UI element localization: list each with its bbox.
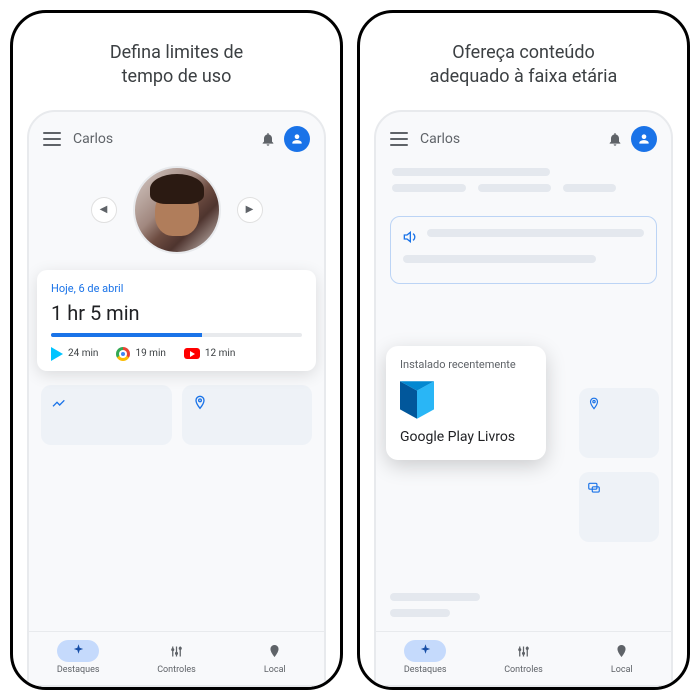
install-label: Instalado recentemente	[400, 358, 532, 371]
nav-label: Controles	[504, 665, 543, 675]
app-usage-item: 24 min	[51, 347, 98, 361]
skeleton-line	[427, 229, 644, 237]
skeleton-line	[392, 184, 466, 192]
insight-card-placeholder[interactable]	[182, 385, 313, 445]
skeleton-line	[563, 184, 616, 192]
app-time: 19 min	[135, 348, 165, 359]
skeleton-line	[390, 609, 450, 617]
pin-icon	[614, 644, 629, 659]
app-usage-row: 24 min 19 min 12 min	[51, 347, 302, 361]
skeleton-block	[390, 593, 480, 625]
nav-location[interactable]: Local	[226, 632, 324, 685]
child-photo[interactable]	[133, 166, 221, 254]
nav-label: Local	[611, 665, 633, 675]
bell-icon[interactable]	[607, 131, 623, 147]
profile-switcher: ◀ ▶	[29, 166, 324, 254]
skeleton-line	[478, 184, 552, 192]
highlighted-card-placeholder[interactable]	[390, 216, 657, 284]
pin-icon	[192, 395, 208, 411]
app-screen: Carlos ◀ ▶ Hoje, 6 de abril 1 hr 5 min 2…	[27, 110, 326, 687]
trend-icon	[51, 395, 67, 411]
heading-line: Ofereça conteúdo	[378, 41, 669, 65]
skeleton-line	[392, 168, 550, 176]
app-usage-item: 12 min	[184, 348, 235, 359]
nav-label: Destaques	[404, 665, 447, 675]
sliders-icon	[169, 644, 184, 659]
pin-icon	[267, 644, 282, 659]
insight-card-placeholder[interactable]	[41, 385, 172, 445]
app-time: 24 min	[68, 348, 98, 359]
app-usage-item: 19 min	[116, 347, 165, 361]
usage-total: 1 hr 5 min	[51, 301, 302, 325]
usage-card[interactable]: Hoje, 6 de abril 1 hr 5 min 24 min 19 mi…	[37, 270, 316, 371]
child-name: Carlos	[73, 131, 252, 147]
nav-controls[interactable]: Controles	[474, 632, 572, 685]
skeleton-line	[390, 593, 480, 601]
heading-line: tempo de uso	[31, 65, 322, 89]
nav-highlights[interactable]: Destaques	[376, 632, 474, 685]
heading-line: Defina limites de	[31, 41, 322, 65]
nav-label: Controles	[157, 665, 196, 675]
ghost-row	[41, 385, 312, 445]
promo-slide-right: Ofereça conteúdo adequado à faixa etária…	[357, 10, 690, 690]
promo-slide-left: Defina limites de tempo de uso Carlos ◀ …	[10, 10, 343, 690]
nav-highlights[interactable]: Destaques	[29, 632, 127, 685]
prev-child-button[interactable]: ◀	[91, 197, 117, 223]
app-time: 12 min	[205, 348, 235, 359]
sound-icon	[403, 231, 419, 243]
menu-icon[interactable]	[43, 132, 61, 146]
ghost-column	[579, 388, 659, 542]
app-screen: Carlos Instalado recentemente	[374, 110, 673, 687]
heading-line: adequado à faixa etária	[378, 65, 669, 89]
pin-icon	[587, 397, 601, 411]
recently-installed-card[interactable]: Instalado recentemente Google Play Livro…	[386, 346, 546, 460]
account-avatar[interactable]	[284, 126, 310, 152]
next-child-button[interactable]: ▶	[237, 197, 263, 223]
sparkle-icon	[418, 644, 433, 659]
menu-icon[interactable]	[390, 132, 408, 146]
app-header: Carlos	[376, 112, 671, 160]
bell-icon[interactable]	[260, 131, 276, 147]
nav-label: Local	[264, 665, 286, 675]
slide-heading: Defina limites de tempo de uso	[13, 13, 340, 100]
nav-controls[interactable]: Controles	[127, 632, 225, 685]
chrome-icon	[116, 347, 130, 361]
youtube-icon	[184, 348, 200, 359]
app-header: Carlos	[29, 112, 324, 160]
chat-icon	[587, 481, 601, 495]
child-name: Carlos	[420, 131, 599, 147]
account-avatar[interactable]	[631, 126, 657, 152]
insight-card-placeholder[interactable]	[579, 472, 659, 542]
bottom-nav: Destaques Controles Local	[29, 631, 324, 685]
insight-card-placeholder[interactable]	[579, 388, 659, 458]
usage-progress	[51, 333, 302, 337]
slide-heading: Ofereça conteúdo adequado à faixa etária	[360, 13, 687, 100]
nav-location[interactable]: Local	[573, 632, 671, 685]
play-icon	[51, 347, 63, 361]
play-books-icon	[400, 381, 434, 419]
usage-date: Hoje, 6 de abril	[51, 282, 302, 295]
install-app-name: Google Play Livros	[400, 429, 532, 446]
nav-label: Destaques	[57, 665, 100, 675]
skeleton-line	[403, 255, 596, 263]
bottom-nav: Destaques Controles Local	[376, 631, 671, 685]
skeleton-block	[376, 160, 671, 204]
sparkle-icon	[71, 644, 86, 659]
sliders-icon	[516, 644, 531, 659]
